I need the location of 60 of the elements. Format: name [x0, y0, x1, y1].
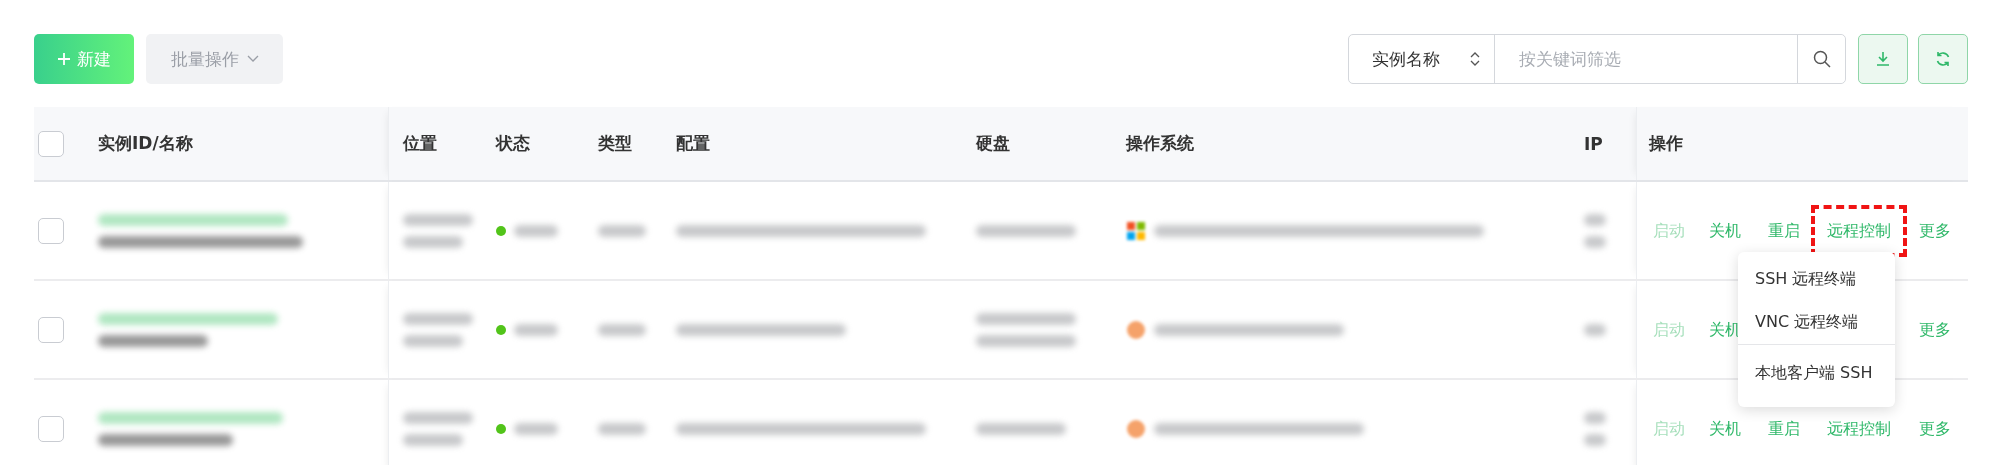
column-header: 操作 — [1649, 132, 1684, 155]
row-checkbox[interactable] — [38, 316, 64, 343]
column-header: 硬盘 — [976, 132, 1011, 155]
redacted-text — [403, 213, 473, 226]
download-button[interactable] — [1858, 34, 1908, 84]
menu-item[interactable]: VNC 远程终端 — [1738, 301, 1895, 344]
new-button[interactable]: 新建 — [34, 34, 134, 84]
action-link[interactable]: 重启 — [1768, 418, 1800, 439]
download-icon — [1875, 51, 1891, 67]
action-link[interactable]: 更多 — [1919, 418, 1951, 439]
redacted-text — [403, 433, 463, 446]
redacted-text — [403, 334, 463, 347]
row-checkbox[interactable] — [38, 415, 64, 442]
status-dot — [496, 324, 506, 335]
column-header: IP — [1584, 133, 1604, 154]
status-dot — [496, 423, 506, 434]
column-header: 状态 — [496, 132, 531, 155]
action-link[interactable]: 远程控制 — [1827, 418, 1891, 439]
menu-item[interactable]: SSH 远程终端 — [1738, 258, 1895, 301]
ubuntu-logo-icon — [1126, 418, 1146, 439]
redacted-text — [1584, 235, 1606, 248]
redacted-text — [598, 323, 646, 336]
column-header: 实例ID/名称 — [98, 132, 194, 155]
batch-actions-button[interactable]: 批量操作 — [146, 34, 283, 84]
redacted-text — [1584, 411, 1606, 424]
up-down-caret-icon — [1470, 51, 1480, 67]
redacted-text — [403, 411, 473, 424]
column-header: 配置 — [676, 132, 711, 155]
column-header: 位置 — [403, 132, 438, 155]
action-link[interactable]: 更多 — [1919, 319, 1951, 340]
action-link[interactable]: 关机 — [1709, 220, 1741, 241]
plus-icon — [57, 52, 71, 66]
action-link[interactable]: 更多 — [1919, 220, 1951, 241]
column-header: 操作系统 — [1126, 132, 1195, 155]
redacted-text — [403, 235, 463, 248]
redacted-text — [514, 323, 558, 336]
search-field[interactable]: 实例名称 按关键词筛选 — [1348, 34, 1846, 84]
windows-logo-icon — [1126, 220, 1146, 241]
row-checkbox[interactable] — [38, 217, 64, 244]
refresh-button[interactable] — [1918, 34, 1968, 84]
redacted-text — [1584, 213, 1606, 226]
redacted-text — [514, 422, 558, 435]
chevron-down-icon — [246, 55, 259, 63]
action-link[interactable]: 重启 — [1768, 220, 1800, 241]
refresh-icon — [1935, 51, 1951, 67]
status-dot — [496, 225, 506, 236]
search-button[interactable] — [1797, 35, 1845, 83]
redacted-text — [1584, 433, 1606, 446]
ubuntu-logo-icon — [1126, 319, 1146, 340]
redacted-text — [1584, 323, 1606, 336]
search-icon — [1812, 50, 1831, 68]
action-link[interactable]: 关机 — [1709, 418, 1741, 439]
menu-item[interactable]: 本地客户端 SSH — [1738, 344, 1895, 401]
redacted-text — [514, 224, 558, 237]
select-all-checkbox[interactable] — [38, 130, 64, 157]
redacted-text — [403, 312, 473, 325]
column-header: 类型 — [598, 132, 633, 155]
redacted-text — [598, 224, 646, 237]
redacted-text — [598, 422, 646, 435]
field-select[interactable]: 实例名称 — [1349, 35, 1495, 83]
